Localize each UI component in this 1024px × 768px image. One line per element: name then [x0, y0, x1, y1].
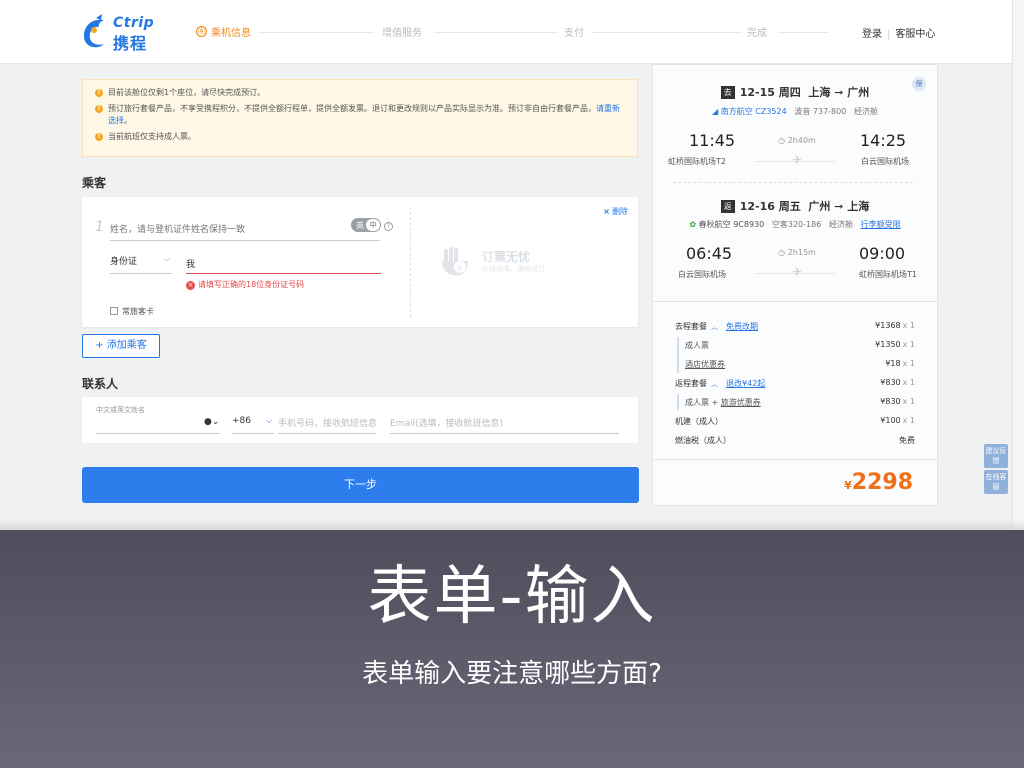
- notice-item: ! 预订旅行套餐产品，不享受携程积分，不提供全额行程单，提供全额发票。退订和更改…: [95, 103, 625, 127]
- warning-icon: !: [95, 105, 103, 113]
- logo-text-en: Ctrip: [113, 15, 155, 31]
- outbound-header: 去 12-15 周四 上海 ➞ 广州: [653, 84, 937, 100]
- segment-divider: [673, 182, 913, 183]
- notice-item: ! 当前航班仅支持成人票。: [95, 131, 625, 143]
- free-change-link[interactable]: 免费改期: [726, 322, 758, 331]
- outbound-arr-airport: 白云国际机场: [861, 157, 909, 166]
- return-dep-airport: 白云国际机场: [678, 270, 726, 279]
- plane-icon: ✈: [791, 153, 803, 167]
- error-icon: ×: [186, 281, 195, 290]
- outbound-arr-time: 14:25: [860, 131, 907, 150]
- chevron-up-icon[interactable]: ︿: [711, 380, 718, 388]
- top-links: 登录 | 客服中心: [862, 29, 936, 40]
- return-header: 返 12-16 周五 广州 ➞ 上海: [653, 198, 937, 214]
- chevron-down-icon: ⌵: [265, 416, 272, 425]
- name-language-toggle[interactable]: 英 中: [351, 218, 381, 232]
- feedback-button[interactable]: 建议反馈: [984, 444, 1008, 468]
- total-price: ¥2298: [844, 470, 913, 495]
- baggage-rule-link[interactable]: 行李额受限: [861, 220, 901, 229]
- frequent-flyer-checkbox[interactable]: 常旅客卡: [110, 306, 154, 317]
- dolphin-logo-icon: [84, 14, 104, 48]
- passenger-section-title: 乘客: [82, 176, 107, 190]
- customer-service-link[interactable]: 客服中心: [895, 29, 935, 40]
- contact-section-title: 联系人: [82, 377, 119, 391]
- airline-icon: ◢: [712, 107, 719, 116]
- id-number-input[interactable]: [186, 254, 381, 274]
- airport-fee-row: 机建（成人） ¥100 x 1: [675, 416, 915, 426]
- progress-steps: Ⓐ 乘机信息 增值服务 支付 完成: [196, 24, 836, 40]
- phone-input[interactable]: 手机号码，接收航班信息: [278, 416, 376, 434]
- outbound-flight-info: ◢ 南方航空 CZ3524 波音 737-800 经济舱: [712, 107, 878, 116]
- notice-box: ! 目前该舱位仅剩1个座位，请尽快完成预订。 ! 预订旅行套餐产品，不享受携程积…: [82, 79, 638, 157]
- notice-item: ! 目前该舱位仅剩1个座位，请尽快完成预订。: [95, 87, 625, 99]
- delete-passenger-link[interactable]: × 删除: [603, 206, 628, 217]
- clock-icon: ◷: [778, 248, 788, 257]
- fuel-tax-row: 燃油税（成人） 免费: [675, 436, 915, 445]
- return-sub-row: 成人票 + 旅游优惠券 ¥830 x 1: [685, 397, 915, 407]
- panel-divider: [653, 459, 937, 460]
- trip-summary-panel: 保 去 12-15 周四 上海 ➞ 广州 ◢ 南方航空 CZ3524 波音 737…: [652, 64, 938, 506]
- logo-text-cn: 携程: [113, 34, 148, 53]
- return-arr-airport: 虹桥国际机场T1: [859, 270, 917, 279]
- help-icon[interactable]: ?: [384, 222, 393, 231]
- passenger-name-input[interactable]: [110, 219, 380, 241]
- page-scrollbar[interactable]: [1012, 0, 1024, 530]
- svg-text:e: e: [457, 263, 462, 272]
- contact-name-input[interactable]: [96, 433, 220, 434]
- step-connector: [592, 32, 742, 33]
- hand-badge-icon: e: [442, 247, 468, 276]
- country-code-select[interactable]: +86 ⌵: [232, 416, 274, 434]
- return-arr-time: 09:00: [859, 244, 906, 263]
- outbound-duration: ◷ 2h40m: [778, 136, 816, 145]
- slide-title: 表单-输入: [367, 560, 657, 634]
- return-duration: ◷ 2h15m: [778, 248, 816, 257]
- id-error-message: × 请填写正确的18位身份证号码: [186, 280, 305, 290]
- step-active-icon: Ⓐ: [196, 26, 207, 37]
- passenger-index: 1: [95, 219, 104, 235]
- online-service-button[interactable]: 在线客服: [984, 470, 1008, 494]
- passenger-card: 1 英 中 ? 身份证 ⌵ ×请填写正确的18位身份证号码 常旅客卡 ×删除 e…: [82, 197, 638, 327]
- clock-icon: ◷: [778, 136, 788, 145]
- checkbox-icon: [110, 307, 118, 315]
- adult-ticket-row: 成人票 ¥1350 x 1: [685, 340, 915, 350]
- contact-picker-icon[interactable]: ●⌄: [204, 417, 219, 427]
- panel-divider: [653, 301, 937, 302]
- email-input[interactable]: Email(选填，接收航班信息): [390, 416, 619, 434]
- warning-icon: !: [95, 89, 103, 97]
- outbound-dep-time: 11:45: [689, 131, 736, 150]
- step-done: 完成: [747, 28, 767, 39]
- id-type-select[interactable]: 身份证 ⌵: [110, 254, 172, 274]
- outbound-dep-airport: 虹桥国际机场T2: [668, 157, 726, 166]
- warning-icon: !: [95, 133, 103, 141]
- airline-icon: ✿: [689, 220, 697, 229]
- step-passenger-info: Ⓐ 乘机信息: [196, 26, 251, 39]
- hotel-coupon-link[interactable]: 酒店优惠券: [685, 360, 725, 369]
- contact-card: 中文或英文姓名 ●⌄ +86 ⌵ 手机号码，接收航班信息 Email(选填，接收…: [82, 397, 638, 443]
- slide-subtitle: 表单输入要注意哪些方面?: [362, 659, 662, 689]
- step-value-added: 增值服务: [382, 28, 422, 39]
- chevron-up-icon[interactable]: ︿: [711, 323, 718, 331]
- outbound-package-row: 去程套餐 ︿ 免费改期 ¥1368 x 1: [675, 321, 915, 331]
- travel-coupon-link[interactable]: 旅游优惠券: [721, 398, 761, 407]
- hotel-coupon-row: 酒店优惠券 ¥18 x 1: [685, 359, 915, 369]
- step-connector: [258, 32, 374, 33]
- return-flight-info: ✿ 春秋航空 9C8930 空客320-186 经济舱 行李额受限: [689, 220, 901, 229]
- close-icon: ×: [603, 207, 610, 216]
- ctrip-logo[interactable]: Ctrip 携程: [80, 14, 170, 53]
- step-connector: [434, 32, 558, 33]
- return-dep-time: 06:45: [686, 244, 733, 263]
- return-package-row: 返程套餐 ︿ 退改¥42起 ¥830 x 1: [675, 378, 915, 388]
- login-link[interactable]: 登录: [862, 29, 882, 40]
- step-payment: 支付: [564, 28, 584, 39]
- card-divider: [410, 207, 411, 317]
- refund-rule-link[interactable]: 退改¥42起: [726, 379, 765, 388]
- header-bar: Ctrip 携程 Ⓐ 乘机信息 增值服务 支付 完成 登录 | 客服中心: [0, 0, 1024, 64]
- chevron-down-icon: ⌵: [163, 254, 170, 263]
- plane-icon: ✈: [791, 265, 803, 279]
- step-connector: [778, 32, 828, 33]
- add-passenger-button[interactable]: + 添加乘客: [82, 334, 160, 358]
- contact-name-label: 中文或英文姓名: [96, 406, 145, 414]
- next-step-button[interactable]: 下一步: [82, 467, 639, 503]
